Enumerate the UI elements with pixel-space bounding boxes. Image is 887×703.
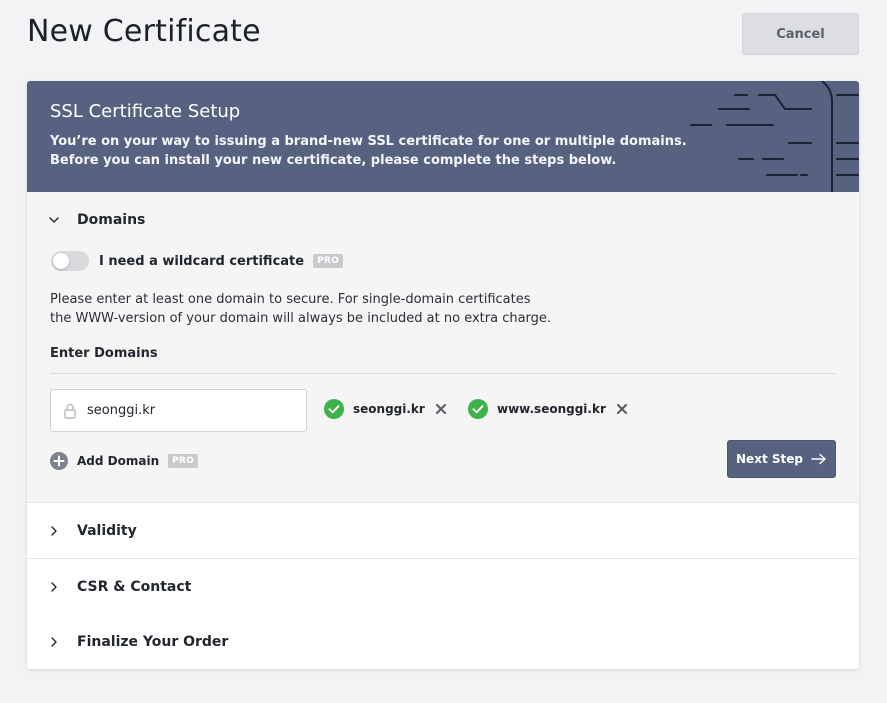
pro-badge: PRO bbox=[168, 454, 199, 468]
setup-banner: SSL Certificate Setup You’re on your way… bbox=[27, 81, 859, 192]
domain-chip: seonggi.kr bbox=[324, 399, 447, 419]
page-title: New Certificate bbox=[27, 14, 261, 49]
validity-section-header[interactable]: Validity bbox=[47, 523, 137, 539]
chevron-right-icon bbox=[51, 637, 57, 647]
certificate-setup-card: SSL Certificate Setup You’re on your way… bbox=[27, 81, 859, 669]
finalize-order-section: Finalize Your Order bbox=[27, 614, 859, 669]
section-label-domains: Domains bbox=[77, 212, 146, 228]
csr-contact-section-header[interactable]: CSR & Contact bbox=[47, 579, 191, 595]
section-label-finalize-order: Finalize Your Order bbox=[77, 634, 229, 650]
banner-description-line: Before you can install your new certific… bbox=[50, 153, 617, 168]
pro-badge: PRO bbox=[313, 254, 344, 268]
finalize-order-section-header[interactable]: Finalize Your Order bbox=[47, 634, 228, 650]
help-text-line: the WWW-version of your domain will alwa… bbox=[50, 311, 552, 326]
next-step-button[interactable]: Next Step bbox=[727, 440, 836, 478]
cancel-button[interactable]: Cancel bbox=[742, 13, 859, 55]
domain-chip-label: seonggi.kr bbox=[353, 402, 425, 416]
divider bbox=[50, 373, 836, 374]
domain-input[interactable] bbox=[87, 403, 287, 418]
section-label-csr-contact: CSR & Contact bbox=[77, 579, 192, 595]
close-icon[interactable] bbox=[616, 403, 628, 415]
domains-section: Domains I need a wildcard certificate PR… bbox=[27, 192, 859, 503]
chevron-right-icon bbox=[51, 582, 57, 592]
help-text-line: Please enter at least one domain to secu… bbox=[50, 292, 531, 307]
circuit-decoration-icon bbox=[690, 81, 859, 192]
enter-domains-label: Enter Domains bbox=[50, 346, 158, 361]
domain-chip: www.seonggi.kr bbox=[468, 399, 628, 419]
plus-circle-icon bbox=[50, 452, 68, 470]
domain-chip-label: www.seonggi.kr bbox=[497, 402, 606, 416]
chevron-right-icon bbox=[51, 526, 57, 536]
wildcard-toggle[interactable] bbox=[51, 251, 89, 271]
next-step-label: Next Step bbox=[736, 452, 803, 466]
add-domain-button[interactable]: Add Domain PRO bbox=[50, 452, 199, 470]
csr-contact-section: CSR & Contact bbox=[27, 559, 859, 615]
validity-section: Validity bbox=[27, 503, 859, 559]
banner-title: SSL Certificate Setup bbox=[50, 101, 241, 122]
domain-help-text: Please enter at least one domain to secu… bbox=[50, 290, 570, 328]
toggle-knob bbox=[53, 253, 69, 269]
domain-input-box bbox=[50, 389, 307, 432]
domains-section-header[interactable]: Domains bbox=[47, 212, 145, 228]
chevron-down-icon bbox=[49, 217, 59, 223]
close-icon[interactable] bbox=[435, 403, 447, 415]
check-circle-icon bbox=[324, 399, 344, 419]
arrow-right-icon bbox=[811, 453, 826, 465]
banner-description: You’re on your way to issuing a brand-ne… bbox=[50, 132, 687, 170]
section-label-validity: Validity bbox=[77, 523, 137, 539]
banner-description-line: You’re on your way to issuing a brand-ne… bbox=[50, 134, 687, 149]
wildcard-label: I need a wildcard certificate bbox=[99, 253, 305, 269]
check-circle-icon bbox=[468, 399, 488, 419]
lock-icon bbox=[64, 403, 76, 419]
wildcard-row: I need a wildcard certificate PRO bbox=[51, 251, 344, 271]
add-domain-label: Add Domain bbox=[77, 454, 160, 468]
